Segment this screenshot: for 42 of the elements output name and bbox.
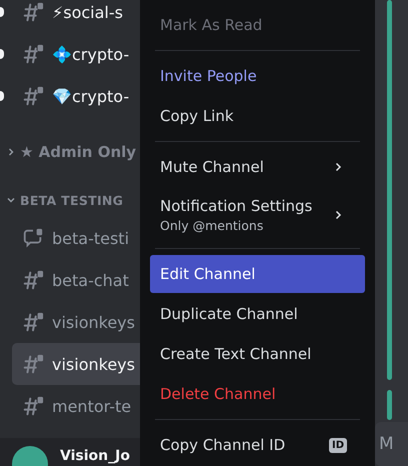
channel-name: visionkeys: [52, 312, 135, 332]
menu-item[interactable]: Mark As Read: [150, 6, 365, 44]
caret-icon[interactable]: [6, 147, 16, 157]
channel-item[interactable]: 💎crypto-: [12, 75, 140, 117]
channel-name: ⚡social-s: [52, 2, 123, 22]
accent-bar: [387, 390, 392, 420]
channel-item[interactable]: 💠crypto-: [12, 33, 140, 75]
hashtag-icon: [22, 85, 44, 107]
menu-item[interactable]: Copy Channel ID ID: [150, 426, 365, 464]
menu-item[interactable]: Mute Channel: [150, 148, 365, 186]
hashtag-icon: [22, 43, 44, 65]
menu-item[interactable]: Notification Settings Only @mentions: [150, 188, 365, 242]
channel-name: mentor-te: [52, 396, 132, 416]
channel-item[interactable]: beta-chat: [12, 259, 140, 301]
channel-name: beta-testi: [52, 228, 130, 248]
channel-item[interactable]: visionkeys: [12, 301, 140, 343]
channel-item[interactable]: visionkeys: [12, 343, 140, 385]
channel-name: beta-chat: [52, 270, 129, 290]
channel-item[interactable]: ⚡social-s: [12, 0, 140, 33]
channel-name: visionkeys: [52, 354, 135, 374]
user-name: Vision_Jo: [60, 448, 130, 464]
hashtag-icon: [22, 1, 44, 23]
channel-item[interactable]: beta-testi: [12, 217, 140, 259]
menu-item[interactable]: Copy Link: [150, 97, 365, 135]
channel-item[interactable]: mentor-te: [12, 385, 140, 427]
category-name[interactable]: ★ Admin Only: [20, 143, 136, 161]
hashtag-icon: [22, 269, 44, 291]
hashtag-icon: [22, 353, 44, 375]
menu-item[interactable]: Duplicate Channel: [150, 295, 365, 333]
id-badge: ID: [328, 438, 347, 452]
caret-icon[interactable]: [6, 195, 16, 205]
hashtag-icon: [22, 311, 44, 333]
category-name[interactable]: BETA TESTING: [20, 192, 124, 208]
hashtag-icon: [22, 395, 44, 417]
menu-item[interactable]: Invite People: [150, 57, 365, 95]
channel-name: 💠crypto-: [52, 44, 130, 64]
channel-name: 💎crypto-: [52, 86, 130, 106]
menu-item[interactable]: Delete Channel: [150, 375, 365, 413]
menu-item[interactable]: Edit Channel: [150, 255, 365, 293]
message-field[interactable]: M: [375, 422, 408, 466]
menu-item[interactable]: Create Text Channel: [150, 335, 365, 373]
forum-icon: [22, 227, 44, 249]
